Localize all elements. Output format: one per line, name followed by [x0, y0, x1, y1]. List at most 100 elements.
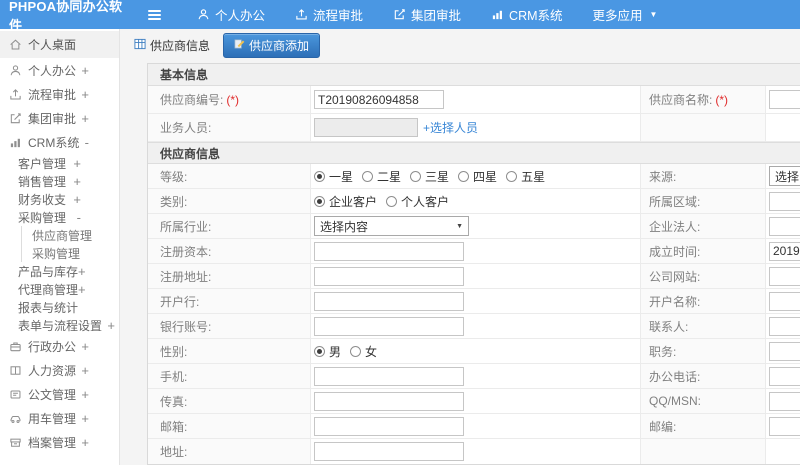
reg-address-input[interactable] [314, 266, 464, 286]
tab-supplier-add[interactable]: 供应商添加 [223, 32, 321, 58]
category-radio-1[interactable]: 企业客户 [314, 193, 377, 210]
form-row: 银行账号: 联系人: [148, 314, 800, 339]
form-row: 类别: 企业客户 个人客户 所属区域: [148, 189, 800, 214]
field-value [311, 289, 641, 313]
radio-icon [350, 345, 362, 357]
sidebar-item-label: 采购管理 [32, 246, 81, 261]
field-value [311, 264, 641, 288]
sidebar-item-purchase-mgmt[interactable]: 采购管理 - [0, 208, 119, 226]
field-label: 性别: [148, 339, 311, 363]
form-row: 性别: 男 女 职务: [148, 339, 800, 364]
region-input[interactable] [769, 191, 800, 211]
required-mark: (*) [226, 92, 240, 107]
form-row: 业务人员: +选择人员 [148, 114, 800, 142]
legal-person-input[interactable] [769, 216, 800, 236]
field-value [766, 189, 800, 213]
staff-input[interactable] [314, 118, 418, 137]
tab-supplier-info[interactable]: 供应商信息 [130, 34, 214, 57]
sidebar-item-sales-mgmt[interactable]: 销售管理 + [0, 172, 119, 190]
level-radio-2[interactable]: 二星 [362, 168, 401, 185]
edit-square-icon [8, 111, 22, 125]
form-row: 邮箱: 邮编: [148, 414, 800, 439]
sidebar-item-purchasing[interactable]: 采购管理 [21, 244, 119, 262]
address-input[interactable] [314, 442, 464, 461]
expand-indicator: + [81, 434, 89, 450]
field-value [311, 389, 641, 413]
sidebar-item-archive-mgmt[interactable]: 档案管理 + [0, 430, 119, 454]
fax-input[interactable] [314, 391, 464, 411]
hamburger-icon[interactable] [144, 6, 165, 24]
sidebar-item-form-flow-settings[interactable]: 表单与流程设置 + [0, 316, 119, 334]
supplier-name-input[interactable] [769, 90, 800, 109]
field-value: 选择内容▼ [311, 214, 641, 238]
nav-crm-system[interactable]: CRM系统 [491, 5, 563, 24]
field-label: 类别: [148, 189, 311, 213]
field-value [311, 86, 641, 113]
sidebar-item-human-resources[interactable]: 人力资源 + [0, 358, 119, 382]
field-label: 业务人员: [148, 114, 311, 141]
field-label: 开户行: [148, 289, 311, 313]
nav-item-label: 流程审批 [313, 9, 364, 23]
gender-radio-female[interactable]: 女 [350, 343, 377, 360]
choose-staff-link[interactable]: +选择人员 [423, 119, 478, 136]
nav-personal-office[interactable]: 个人办公 [197, 5, 265, 24]
sidebar-item-supplier-mgmt[interactable]: 供应商管理 [21, 226, 119, 244]
website-input[interactable] [769, 266, 800, 286]
level-radio-3[interactable]: 三星 [410, 168, 449, 185]
sidebar-item-personal-office[interactable]: 个人办公 + [0, 58, 119, 82]
radio-label: 个人客户 [401, 194, 450, 209]
sidebar-item-product-inventory[interactable]: 产品与库存 + [0, 262, 119, 280]
level-radio-4[interactable]: 四星 [458, 168, 497, 185]
mobile-input[interactable] [314, 366, 464, 386]
sidebar-item-label: 代理商管理 [18, 282, 79, 297]
category-radio-2[interactable]: 个人客户 [386, 193, 449, 210]
sidebar-item-process-approval[interactable]: 流程审批 + [0, 82, 119, 106]
sidebar-item-finance[interactable]: 财务收支 + [0, 190, 119, 208]
field-value [766, 86, 800, 113]
sidebar-item-agent-mgmt[interactable]: 代理商管理 + [0, 280, 119, 298]
nav-process-approval[interactable]: 流程审批 [295, 5, 363, 24]
position-input[interactable] [769, 341, 800, 361]
source-select[interactable]: 选择内容▼ [769, 166, 800, 186]
sidebar-item-admin-office[interactable]: 行政办公 + [0, 334, 119, 358]
sidebar-item-crm-system[interactable]: CRM系统 - [0, 130, 119, 154]
bank-input[interactable] [314, 291, 464, 311]
qq-msn-input[interactable] [769, 391, 800, 411]
industry-select[interactable]: 选择内容 ▼ [314, 216, 469, 236]
sidebar-item-personal-desktop[interactable]: 个人桌面 [0, 31, 119, 58]
form-row: 供应商编号:(*) 供应商名称:(*) [148, 86, 800, 114]
radio-icon [410, 170, 422, 182]
field-value [766, 314, 800, 338]
radio-icon [458, 170, 470, 182]
form-row: 手机: 办公电话: [148, 364, 800, 389]
radio-icon [314, 345, 325, 357]
nav-more-apps[interactable]: 更多应用 ▼ [593, 5, 658, 24]
account-name-input[interactable] [769, 291, 800, 311]
field-value [766, 389, 800, 413]
field-value [766, 264, 800, 288]
sidebar-item-vehicle-mgmt[interactable]: 用车管理 + [0, 406, 119, 430]
founded-date-input[interactable] [769, 241, 800, 261]
radio-label: 四星 [473, 169, 498, 184]
capital-input[interactable] [314, 241, 464, 261]
field-label: 所属行业: [148, 214, 311, 238]
email-input[interactable] [314, 416, 464, 436]
top-navigation: 个人办公 流程审批 集团审批 CRM系统 更多应用 ▼ [197, 5, 657, 24]
level-radio-1[interactable]: 一星 [314, 168, 353, 185]
bank-account-input[interactable] [314, 316, 464, 336]
gender-radio-male[interactable]: 男 [314, 343, 341, 360]
zip-input[interactable] [769, 416, 800, 436]
sidebar-item-reports[interactable]: 报表与统计 [0, 298, 119, 316]
car-icon [8, 411, 22, 425]
contact-input[interactable] [769, 316, 800, 336]
nav-group-approval[interactable]: 集团审批 [393, 5, 461, 24]
sidebar-item-customer-mgmt[interactable]: 客户管理 + [0, 154, 119, 172]
level-radio-5[interactable]: 五星 [506, 168, 545, 185]
sidebar-item-official-docs[interactable]: 公文管理 + [0, 382, 119, 406]
office-phone-input[interactable] [769, 366, 800, 386]
supplier-code-input[interactable] [314, 90, 444, 109]
sidebar-item-group-approval[interactable]: 集团审批 + [0, 106, 119, 130]
radio-label: 五星 [521, 169, 546, 184]
tab-bar: 供应商信息 供应商添加 [120, 29, 800, 61]
field-value [766, 364, 800, 388]
